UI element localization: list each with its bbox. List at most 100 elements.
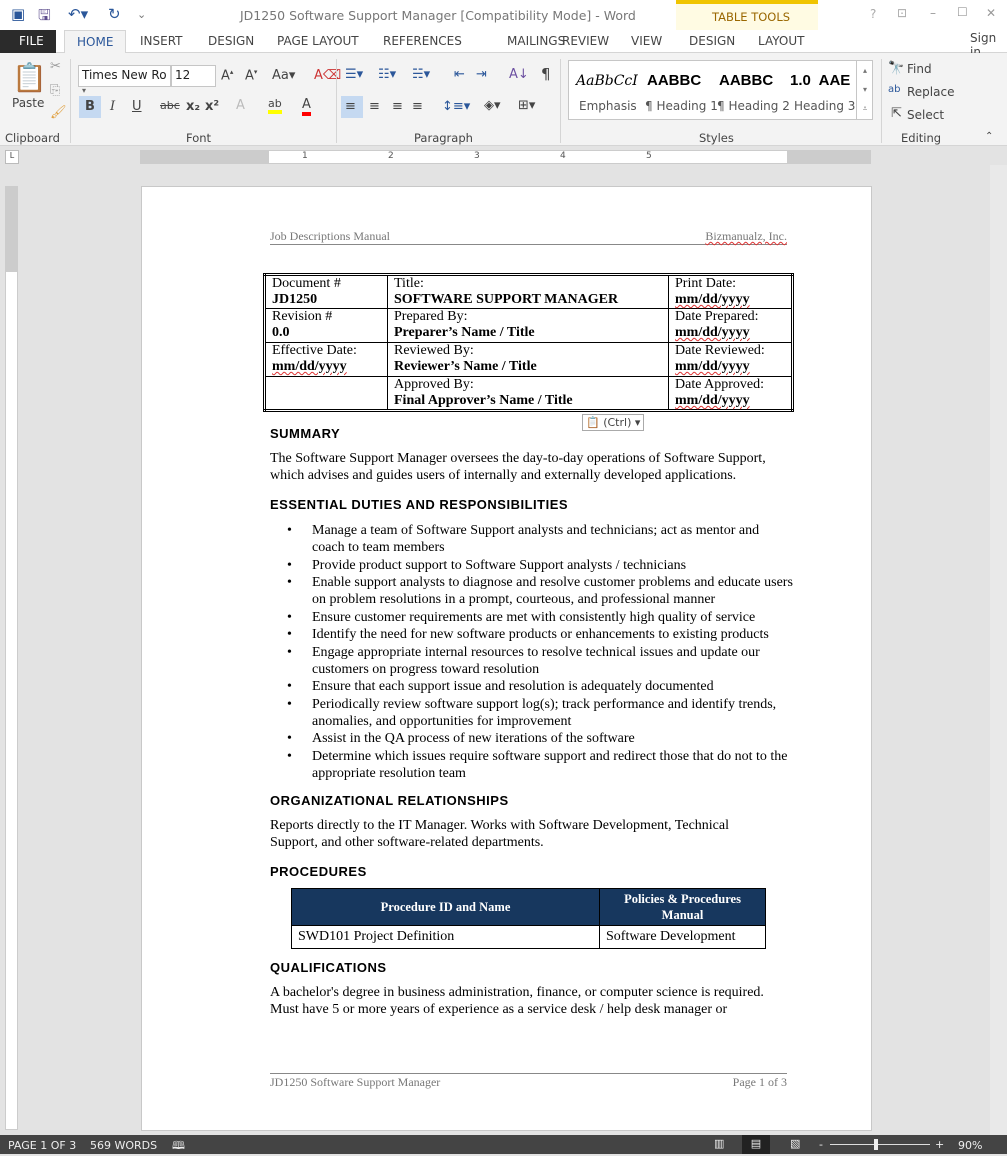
style-heading-2[interactable]: ¶ Heading 2 xyxy=(717,99,790,113)
style-heading-3[interactable]: Heading 3 xyxy=(794,99,855,113)
increase-indent-icon[interactable]: ⇥ xyxy=(476,67,487,82)
highlight-icon[interactable]: ab xyxy=(268,97,282,114)
style-preview-heading-1[interactable]: AABBC xyxy=(647,72,701,89)
font-name-combobox[interactable]: Times New Ro ▾ xyxy=(78,65,171,95)
status-bar: PAGE 1 OF 3 569 WORDS 🕮 ▥ ▤ ▧ - + 90% xyxy=(0,1135,1007,1154)
redo-icon[interactable]: ↻ xyxy=(108,5,121,23)
customize-qat-icon[interactable]: ⌄ xyxy=(137,8,146,21)
header-left: Job Descriptions Manual xyxy=(270,229,390,243)
document-page[interactable]: Job Descriptions Manual Bizmanualz, Inc.… xyxy=(141,186,872,1131)
align-left-icon[interactable]: ≡ xyxy=(341,96,363,118)
style-preview-heading-2[interactable]: AABBC xyxy=(719,72,773,89)
info-label: Date Reviewed: xyxy=(675,343,765,358)
maximize-button[interactable]: ☐ xyxy=(957,5,968,19)
web-layout-icon[interactable]: ▧ xyxy=(790,1137,800,1150)
superscript-button[interactable]: x² xyxy=(205,99,219,114)
list-item: Determine which issues require software … xyxy=(270,748,795,783)
multilevel-list-icon[interactable]: ☵▾ xyxy=(412,67,430,82)
horizontal-ruler[interactable]: 1 2 3 4 5 xyxy=(140,150,871,164)
info-cell: Title: SOFTWARE SUPPORT MANAGER xyxy=(387,274,669,309)
style-emphasis[interactable]: Emphasis xyxy=(579,99,637,113)
print-layout-icon[interactable]: ▤ xyxy=(742,1135,770,1154)
tab-table-layout[interactable]: LAYOUT xyxy=(758,34,804,48)
tab-file[interactable]: FILE xyxy=(0,30,56,53)
vertical-scrollbar[interactable] xyxy=(990,165,1007,1135)
strikethrough-button[interactable]: abc xyxy=(160,99,180,112)
line-spacing-icon[interactable]: ↕≡▾ xyxy=(442,99,470,114)
format-painter-icon[interactable]: 🖌 xyxy=(50,105,67,120)
borders-icon[interactable]: ⊞▾ xyxy=(518,98,535,113)
decrease-indent-icon[interactable]: ⇤ xyxy=(454,67,465,82)
style-preview-heading-3[interactable]: 1.0 AAE xyxy=(790,72,852,89)
info-cell: Revision #0.0 xyxy=(264,308,388,343)
replace-button[interactable]: Replace xyxy=(907,85,954,99)
sort-icon[interactable]: A↓ xyxy=(509,67,529,82)
document-info-table: Document # JD1250 Title: SOFTWARE SUPPORT M… xyxy=(263,273,794,412)
grow-font-icon[interactable]: A▴ xyxy=(221,68,233,83)
justify-icon[interactable]: ≡ xyxy=(412,99,423,114)
info-label: Prepared By: xyxy=(394,309,468,324)
vertical-ruler[interactable] xyxy=(5,186,18,1130)
bold-button[interactable]: B xyxy=(79,96,101,118)
style-preview-emphasis[interactable]: AaBbCcI xyxy=(576,73,638,89)
underline-button[interactable]: U xyxy=(132,99,142,114)
zoom-slider-thumb[interactable] xyxy=(874,1139,878,1150)
styles-gallery: AaBbCcI Emphasis AABBC ¶ Heading 1 AABBC… xyxy=(568,60,873,120)
shrink-font-icon[interactable]: A▾ xyxy=(245,68,257,83)
copy-icon[interactable]: ⎘ xyxy=(50,83,60,98)
shading-icon[interactable]: ◈▾ xyxy=(484,98,501,113)
show-formatting-icon[interactable]: ¶ xyxy=(541,65,551,83)
subscript-button[interactable]: x₂ xyxy=(186,99,200,114)
org-text: Reports directly to the IT Manager. Work… xyxy=(270,818,729,850)
font-size-combobox[interactable]: 12 xyxy=(171,65,216,87)
ruler-mark: 4 xyxy=(560,151,566,161)
text-effects-icon[interactable]: A xyxy=(236,98,245,113)
change-case-icon[interactable]: Aa▾ xyxy=(272,68,295,83)
tab-table-design[interactable]: DESIGN xyxy=(689,34,735,48)
find-button[interactable]: Find xyxy=(907,62,932,76)
help-button[interactable]: ? xyxy=(870,7,876,21)
tab-home[interactable]: HOME xyxy=(64,30,126,54)
page-count[interactable]: PAGE 1 OF 3 xyxy=(8,1139,76,1152)
font-name-value: Times New Ro xyxy=(82,68,167,82)
tab-page-layout[interactable]: PAGE LAYOUT xyxy=(277,34,359,48)
list-item: Ensure that each support issue and resol… xyxy=(270,678,795,696)
numbering-icon[interactable]: ☷▾ xyxy=(378,67,396,82)
summary-text: The Software Support Manager oversees th… xyxy=(270,451,766,483)
zoom-out-button[interactable]: - xyxy=(819,1138,823,1151)
info-cell: Print Date: mm/dd/yyyy xyxy=(668,274,793,309)
minimize-button[interactable]: – xyxy=(930,6,936,20)
tab-review[interactable]: REVIEW xyxy=(562,34,609,48)
style-heading-1[interactable]: ¶ Heading 1 xyxy=(645,99,718,113)
close-button[interactable]: ✕ xyxy=(986,6,996,20)
font-color-icon[interactable]: A xyxy=(302,97,311,116)
zoom-slider[interactable] xyxy=(830,1144,930,1145)
styles-scroll[interactable]: ▴ ▾ ⩡ xyxy=(856,61,873,119)
tab-mailings[interactable]: MAILINGS xyxy=(507,34,565,48)
tab-insert[interactable]: INSERT xyxy=(140,34,183,48)
align-center-icon[interactable]: ≡ xyxy=(369,99,380,114)
page-footer: JD1250 Software Support Manager Page 1 o… xyxy=(270,1073,787,1089)
read-mode-icon[interactable]: ▥ xyxy=(714,1137,724,1150)
proofing-icon[interactable]: 🕮 xyxy=(172,1137,185,1156)
align-right-icon[interactable]: ≡ xyxy=(392,99,403,114)
paste-options-button[interactable]: 📋 (Ctrl) ▾ xyxy=(582,414,645,431)
zoom-level[interactable]: 90% xyxy=(958,1139,982,1152)
bullets-icon[interactable]: ☰▾ xyxy=(345,67,363,82)
tab-view[interactable]: VIEW xyxy=(631,34,662,48)
save-icon[interactable]: 🖫 xyxy=(38,5,51,30)
ribbon-display-options-icon[interactable]: ⊡ xyxy=(897,6,907,20)
tab-references[interactable]: REFERENCES xyxy=(383,34,462,48)
cut-icon[interactable]: ✂ xyxy=(50,59,61,74)
zoom-in-button[interactable]: + xyxy=(935,1138,944,1151)
tab-design[interactable]: DESIGN xyxy=(208,34,254,48)
word-count[interactable]: 569 WORDS xyxy=(90,1139,157,1152)
header-right: Bizmanualz, Inc. xyxy=(705,229,787,243)
collapse-ribbon-icon[interactable]: ⌃ xyxy=(985,131,993,142)
undo-icon[interactable]: ↶▾ xyxy=(68,5,88,23)
paste-button[interactable]: Paste xyxy=(12,96,44,110)
italic-button[interactable]: I xyxy=(110,99,115,114)
select-button[interactable]: Select xyxy=(907,108,944,122)
tab-selector-icon[interactable]: L xyxy=(5,150,19,164)
clear-formatting-icon[interactable]: A⌫ xyxy=(314,68,341,83)
